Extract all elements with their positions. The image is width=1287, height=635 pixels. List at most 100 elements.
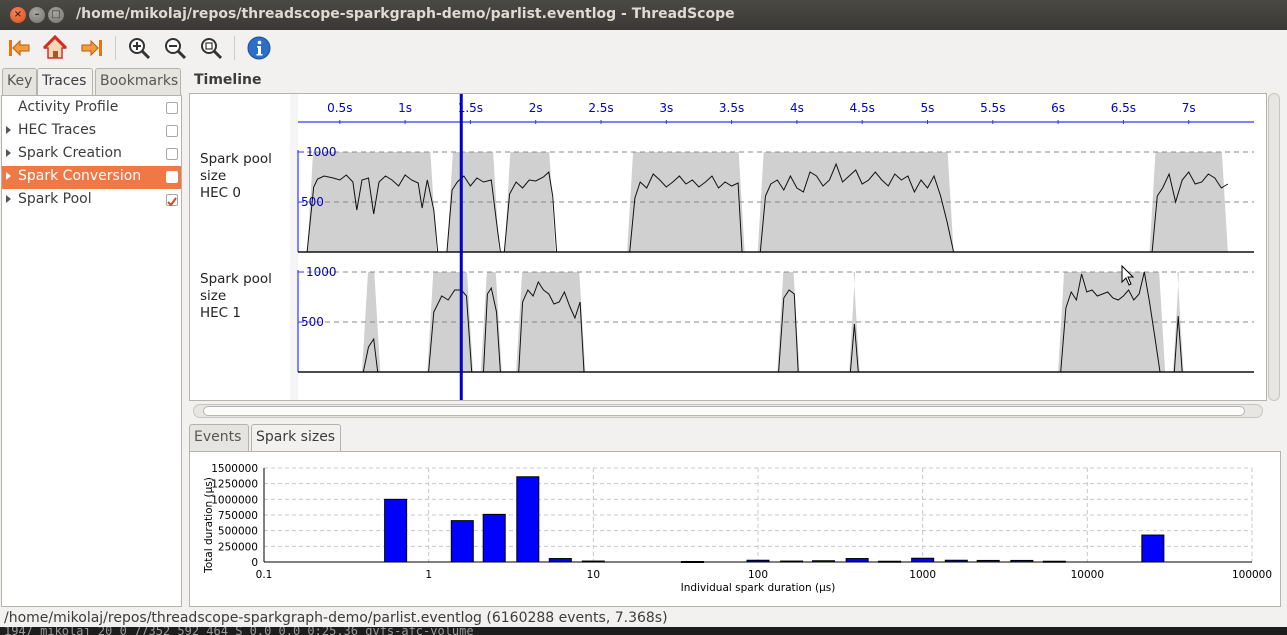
x-tick-label: 1000: [909, 569, 936, 581]
y-tick-label: 1000: [306, 145, 337, 159]
status-bar: /home/mikolaj/repos/threadscope-sparkgra…: [4, 610, 668, 626]
time-tick-label: 2s: [529, 101, 543, 115]
info-button[interactable]: [245, 34, 273, 62]
trace-item-spark-pool[interactable]: Spark Pool: [2, 189, 181, 212]
tab-key[interactable]: Key: [2, 68, 37, 95]
trace-item-label: Spark Pool: [18, 191, 92, 207]
zoom-fit-icon: [201, 38, 223, 60]
time-tick-label: 5.5s: [980, 101, 1005, 115]
window-title: /home/mikolaj/repos/threadscope-sparkgra…: [76, 6, 735, 22]
time-tick-label: 7s: [1182, 101, 1196, 115]
histogram-bar: [450, 520, 474, 563]
trace-checkbox-checked[interactable]: [166, 194, 178, 207]
time-tick-label: 6.5s: [1111, 101, 1136, 115]
home-icon: [42, 35, 68, 59]
track-label: HEC 1: [200, 305, 241, 321]
time-tick-label: 1s: [398, 101, 412, 115]
timeline-canvas[interactable]: 0.5s 1s 1.5s 2s 2.5s 3s 3.5s 4s 4.5s 5s 5.5s 6s 6.5s…: [190, 94, 1267, 401]
time-tick-label: 4.5s: [850, 101, 875, 115]
y-tick-label: 500: [301, 315, 324, 329]
trace-checkbox[interactable]: [166, 171, 178, 183]
trace-item-spark-creation[interactable]: Spark Creation: [2, 143, 181, 166]
jump-to-start-button[interactable]: [5, 34, 33, 62]
scrollbar-thumb[interactable]: [203, 406, 1245, 416]
jump-to-end-icon: [81, 39, 102, 57]
x-tick-label: 0.1: [256, 569, 273, 581]
tab-events[interactable]: Events: [189, 424, 249, 451]
minimize-window-button[interactable]: –: [29, 7, 45, 23]
track-label: Spark pool: [200, 271, 272, 287]
check-mark-icon: [167, 197, 177, 207]
zoom-in-button[interactable]: [125, 34, 153, 62]
time-tick-label: 3s: [659, 101, 673, 115]
expander-arrow-icon[interactable]: [6, 126, 11, 134]
trace-item-label: Activity Profile: [18, 99, 119, 115]
tab-spark-sizes[interactable]: Spark sizes: [251, 424, 341, 452]
trace-item-label: HEC Traces: [18, 122, 97, 138]
zoom-out-icon: [165, 38, 187, 60]
trace-checkbox[interactable]: [166, 125, 178, 137]
y-tick-label: 250000: [218, 541, 258, 553]
time-tick-label: 3.5s: [719, 101, 744, 115]
toolbar-separator: [115, 36, 116, 60]
x-tick-label: 1: [425, 569, 432, 581]
zoom-fit-button[interactable]: [197, 34, 225, 62]
zoom-out-button[interactable]: [161, 34, 189, 62]
trace-item-label: Spark Creation: [18, 145, 122, 161]
y-axis-title: Total duration (µs): [203, 477, 215, 574]
time-tick-label: 0.5s: [327, 101, 352, 115]
traces-panel: Activity Profile HEC Traces Spark Creati…: [1, 95, 182, 607]
trace-item-hec-traces[interactable]: HEC Traces: [2, 120, 181, 143]
maximize-window-button[interactable]: □: [48, 7, 64, 23]
y-tick-label: 1500000: [211, 463, 258, 475]
tab-traces[interactable]: Traces: [37, 68, 93, 96]
histogram-bar: [1141, 534, 1165, 563]
timeline-title: Timeline: [194, 72, 262, 88]
track-label: Spark pool: [200, 151, 272, 167]
info-icon: [247, 36, 271, 60]
x-tick-label: 10000: [1071, 569, 1104, 581]
histogram-bar: [845, 558, 869, 563]
expander-arrow-icon[interactable]: [6, 149, 11, 157]
histogram-bar: [911, 557, 935, 563]
trace-checkbox[interactable]: [166, 102, 178, 114]
timeline-view[interactable]: 0.5s 1s 1.5s 2s 2.5s 3s 3.5s 4s 4.5s 5s 5.5s 6s 6.5s…: [189, 93, 1267, 401]
background-terminal-text: 1947 mikolaj 20 0 77352 592 464 S 0.0 0.…: [0, 627, 1287, 635]
track-label: size: [200, 288, 226, 304]
zoom-in-icon: [129, 38, 151, 60]
expander-arrow-icon[interactable]: [6, 172, 11, 180]
jump-to-end-button[interactable]: [78, 34, 106, 62]
spark-sizes-chart: 0 250000 500000 750000 1000000 1250000 1500000…: [203, 463, 1272, 594]
x-tick-label: 100000: [1232, 569, 1272, 581]
home-button[interactable]: [41, 34, 69, 62]
spark-sizes-panel: 0 250000 500000 750000 1000000 1250000 1500000…: [189, 451, 1281, 607]
timeline-horizontal-scrollbar[interactable]: [193, 404, 1263, 418]
y-tick-label: 0: [251, 557, 258, 569]
histogram-bar: [384, 498, 408, 563]
time-tick-label: 5s: [921, 101, 935, 115]
timeline-vertical-scrollbar[interactable]: [1268, 93, 1280, 401]
trace-item-activity-profile[interactable]: Activity Profile: [2, 97, 181, 120]
x-axis-title: Individual spark duration (µs): [681, 582, 836, 594]
y-tick-label: 750000: [218, 510, 258, 522]
main-window: Key Traces Bookmarks Activity Profile HE…: [0, 30, 1287, 627]
trace-item-spark-conversion[interactable]: Spark Conversion: [2, 166, 181, 189]
x-tick-label: 100: [748, 569, 768, 581]
expander-arrow-icon[interactable]: [6, 195, 11, 203]
time-tick-label: 4s: [790, 101, 804, 115]
close-window-button[interactable]: ×: [10, 7, 26, 23]
toolbar-separator: [234, 36, 235, 60]
track-label-area: [190, 94, 290, 400]
trace-checkbox[interactable]: [166, 148, 178, 160]
track-label: HEC 0: [200, 185, 241, 201]
y-tick-label: 500000: [218, 526, 258, 538]
tab-bookmarks[interactable]: Bookmarks: [95, 68, 181, 95]
jump-to-start-icon: [9, 39, 30, 57]
y-tick-label: 1000000: [211, 494, 258, 506]
y-tick-label: 1250000: [211, 479, 258, 491]
time-tick-label: 2.5s: [588, 101, 613, 115]
toolbar: [0, 30, 1287, 66]
pool-range-band: [504, 152, 556, 252]
track-label: size: [200, 168, 226, 184]
histogram-bar: [516, 476, 540, 563]
